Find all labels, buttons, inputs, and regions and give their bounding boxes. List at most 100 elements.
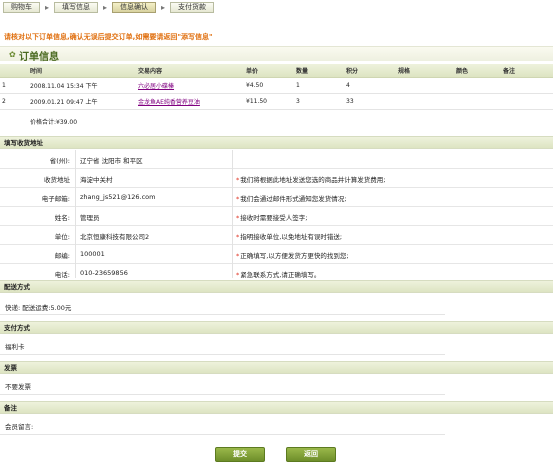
tip-text: 指明接收单位,以免地址有误时错送; (240, 233, 343, 241)
order-icon: ✿ (9, 50, 16, 59)
field-label: 电话: (54, 271, 70, 279)
address-row-email: 电子邮箱: zhang_js521@126.com *我们会通过邮件形式通知您发… (0, 188, 553, 207)
step-payment: 支付货款 (170, 1, 214, 13)
street-value: 海淀中关村 (80, 176, 113, 184)
invoice-section-header: 发票 (0, 361, 553, 374)
field-tip: *我们会通过邮件形式通知您发货情况; (236, 193, 346, 203)
item-link[interactable]: 六必居小碟榛 (138, 83, 174, 90)
tip-text: 正确填写,以方便发货方更快的找到您; (240, 252, 349, 260)
tip-text: 紧急联系方式,请正确填写。 (240, 271, 321, 279)
step-fill-info[interactable]: 填写信息 (54, 1, 98, 13)
field-tip: *紧急联系方式,请正确填写。 (236, 269, 320, 279)
phone-value: 010-23659856 (80, 269, 128, 277)
field-label: 单位: (54, 233, 70, 241)
field-tip: *接收时需要接受人签字; (236, 212, 307, 222)
back-button[interactable]: 返回 (286, 447, 336, 462)
remarks-section-header: 备注 (0, 401, 553, 414)
col-header-color: 颜色 (454, 64, 501, 78)
row-color (454, 93, 501, 110)
field-label: 收货地址 (44, 176, 70, 184)
tip-text: 我们会通过邮件形式通知您发货情况; (240, 195, 347, 203)
order-subtotal: 价格合计:¥39.00 (30, 119, 78, 126)
row-points: 4 (344, 77, 396, 94)
row-spec (396, 77, 454, 94)
name-value: 管理员 (80, 214, 100, 222)
step-arrow-icon: ▸ (160, 2, 165, 12)
step-arrow-icon: ▸ (44, 2, 49, 12)
field-label: 邮编: (54, 252, 70, 260)
tip-text: 接收时需要接受人签字; (240, 214, 308, 222)
required-star-icon: * (236, 214, 240, 222)
field-tip: *我们将根据此地址发送您选的商品并计算发货费用; (236, 174, 385, 184)
col-header-qty: 数量 (294, 64, 344, 78)
table-row: 1 2008.11.04 15:34 下午 六必居小碟榛 ¥4.50 1 4 (0, 77, 553, 94)
address-row-company: 单位: 北京恒康科技有限公司2 *指明接收单位,以免地址有误时错送; (0, 226, 553, 245)
checkout-steps: 购物车 ▸ 填写信息 ▸ 信息确认 ▸ 支付货款 (3, 0, 214, 14)
address-section-header: 填写收货地址 (0, 136, 553, 149)
step-cart[interactable]: 购物车 (3, 1, 40, 13)
required-star-icon: * (236, 271, 240, 279)
row-qty: 1 (294, 77, 344, 94)
row-qty: 3 (294, 93, 344, 110)
address-row-postcode: 邮编: 100001 *正确填写,以方便发货方更快的找到您; (0, 245, 553, 264)
tip-text: 我们将根据此地址发送您选的商品并计算发货费用; (240, 176, 386, 184)
col-header-time: 时间 (28, 64, 136, 78)
row-price: ¥4.50 (244, 77, 294, 94)
column-divider (232, 150, 233, 278)
row-color (454, 77, 501, 94)
col-header-note: 备注 (501, 64, 553, 78)
company-value: 北京恒康科技有限公司2 (80, 233, 150, 241)
divider (0, 434, 445, 435)
item-link[interactable]: 金龙鱼AE纯香营养豆油 (138, 99, 200, 106)
column-divider (75, 150, 76, 278)
confirm-notice: 请核对以下订单信息,确认无误后提交订单,如需要请返回"添写信息" (4, 33, 213, 41)
payment-section-header: 支付方式 (0, 321, 553, 334)
field-label: 省(州): (49, 157, 70, 165)
col-header-spec: 规格 (396, 64, 454, 78)
address-form: 省(州): 辽宁省 沈阳市 和平区 收货地址 海淀中关村 *我们将根据此地址发送… (0, 150, 553, 283)
divider (0, 314, 445, 315)
order-table-header: 时间 交易内容 单价 数量 积分 规格 颜色 备注 (0, 64, 553, 78)
col-header-price: 单价 (244, 64, 294, 78)
col-header-item: 交易内容 (136, 64, 244, 78)
row-number: 1 (0, 77, 28, 94)
row-spec (396, 93, 454, 110)
email-value: zhang_js521@126.com (80, 193, 156, 201)
required-star-icon: * (236, 233, 240, 241)
order-title: 订单信息 (19, 52, 59, 63)
required-star-icon: * (236, 252, 240, 260)
delivery-value: 快递: 配送运费:5.00元 (5, 304, 72, 312)
order-title-bar: ✿ 订单信息 (0, 46, 553, 63)
address-row-street: 收货地址 海淀中关村 *我们将根据此地址发送您选的商品并计算发货费用; (0, 169, 553, 188)
row-points: 33 (344, 93, 396, 110)
row-price: ¥11.50 (244, 93, 294, 110)
postcode-value: 100001 (80, 250, 105, 258)
required-star-icon: * (236, 195, 240, 203)
field-tip: *正确填写,以方便发货方更快的找到您; (236, 250, 349, 260)
col-header-points: 积分 (344, 64, 396, 78)
divider (0, 354, 445, 355)
remarks-label: 会员留言: (5, 423, 34, 431)
row-time: 2009.01.21 09:47 上午 (28, 93, 136, 110)
table-row: 2 2009.01.21 09:47 上午 金龙鱼AE纯香营养豆油 ¥11.50… (0, 93, 553, 110)
field-tip: *指明接收单位,以免地址有误时错送; (236, 231, 342, 241)
row-time: 2008.11.04 15:34 下午 (28, 77, 136, 94)
address-row-name: 姓名: 管理员 *接收时需要接受人签字; (0, 207, 553, 226)
field-label: 姓名: (54, 214, 70, 222)
step-confirm-info: 信息确认 (112, 1, 156, 13)
submit-button[interactable]: 提交 (215, 447, 265, 462)
step-arrow-icon: ▸ (102, 2, 107, 12)
row-note (501, 93, 553, 110)
payment-value: 福利卡 (5, 343, 25, 351)
row-number: 2 (0, 93, 28, 110)
required-star-icon: * (236, 176, 240, 184)
address-row-province: 省(州): 辽宁省 沈阳市 和平区 (0, 150, 553, 169)
order-table: 时间 交易内容 单价 数量 积分 规格 颜色 备注 1 2008.11.04 1… (0, 64, 553, 110)
divider (0, 394, 445, 395)
field-label: 电子邮箱: (41, 195, 70, 203)
invoice-value: 不要发票 (5, 383, 31, 391)
delivery-section-header: 配送方式 (0, 280, 553, 293)
col-header (0, 64, 28, 78)
row-note (501, 77, 553, 94)
province-value: 辽宁省 沈阳市 和平区 (80, 157, 143, 165)
